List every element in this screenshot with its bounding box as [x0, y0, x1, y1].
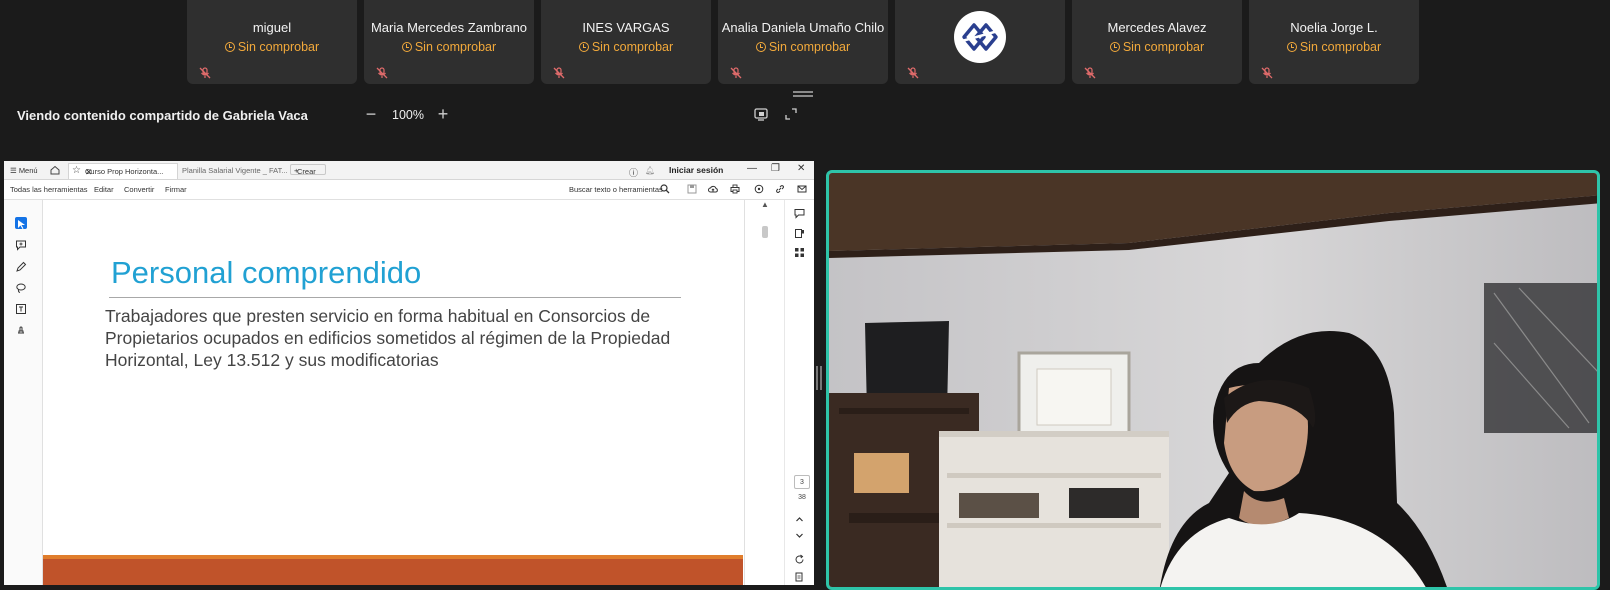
viewer-toolbar: Todas las herramientas Editar Convertir …	[4, 180, 814, 200]
mic-off-icon	[1084, 67, 1096, 79]
scroll-thumb[interactable]	[762, 226, 768, 238]
viewer-titlebar: ☰ Menú ☆ Curso Prop Horizonta... ✕ Plani…	[4, 161, 814, 180]
upload-cloud-icon[interactable]	[708, 184, 718, 194]
zoom-out-button[interactable]: −	[361, 104, 381, 125]
popout-icon[interactable]	[753, 106, 769, 122]
participant-status: Sin comprobar	[1249, 40, 1419, 54]
slide-footer-band	[43, 555, 743, 585]
star-icon: ☆	[72, 165, 81, 176]
speaker-video[interactable]	[826, 170, 1600, 590]
page-settings-icon[interactable]	[794, 572, 805, 583]
clock-icon	[755, 42, 766, 52]
org-logo-avatar	[954, 11, 1006, 63]
slide-title: Personal comprendido	[111, 255, 422, 290]
panel-splitter[interactable]	[816, 366, 822, 390]
mic-off-icon	[376, 67, 388, 79]
zoom-in-button[interactable]: +	[433, 104, 453, 125]
restore-icon[interactable]: ❐	[771, 163, 780, 174]
clock-icon	[1109, 42, 1120, 52]
participant-name: INES VARGAS	[582, 20, 670, 35]
text-box-icon[interactable]	[15, 303, 27, 315]
participant-tile[interactable]: Noelia Jorge L. Sin comprobar	[1249, 0, 1419, 84]
clock-icon	[401, 42, 412, 52]
participant-status: Sin comprobar	[718, 40, 888, 54]
chevron-down-icon[interactable]	[794, 530, 805, 541]
participant-tile[interactable]: Analia Daniela Umaño Chilo Sin comprobar	[718, 0, 888, 84]
participant-status: Sin comprobar	[541, 40, 711, 54]
print-icon[interactable]	[730, 184, 740, 194]
tab-document-inactive[interactable]: Planilla Salarial Vigente _ FAT...	[182, 166, 288, 175]
close-tab-icon[interactable]: ✕	[85, 167, 173, 178]
participant-tile[interactable]	[895, 0, 1065, 84]
clock-icon	[1286, 42, 1297, 52]
refresh-icon[interactable]	[794, 554, 805, 565]
page-scrollbar[interactable]: ▲	[744, 200, 784, 585]
convert-button[interactable]: Convertir	[124, 185, 154, 194]
participant-name: miguel	[252, 20, 292, 35]
new-tab-button[interactable]: + Crear	[290, 164, 326, 176]
comments-icon[interactable]	[794, 208, 805, 219]
participant-tile[interactable]: INES VARGAS Sin comprobar	[541, 0, 711, 84]
participant-name: Maria Mercedes Zambrano	[370, 20, 528, 35]
page-number-input[interactable]: 3	[794, 475, 810, 489]
fullscreen-icon[interactable]	[783, 106, 799, 122]
save-icon[interactable]	[687, 184, 697, 194]
share-bar: Viendo contenido compartido de Gabriela …	[0, 100, 1610, 132]
bookmark-icon[interactable]	[794, 228, 805, 239]
lasso-icon[interactable]	[15, 282, 27, 294]
login-button[interactable]: Iniciar sesión	[669, 165, 723, 175]
side-panel-rail: 3 38	[784, 200, 814, 585]
participant-tile[interactable]: Mercedes Alavez Sin comprobar	[1072, 0, 1242, 84]
search-tools-input[interactable]: Buscar texto o herramientas	[569, 185, 663, 194]
clock-icon	[578, 42, 589, 52]
tab-document-active[interactable]: ☆ Curso Prop Horizonta... ✕	[68, 163, 178, 179]
scroll-up-icon[interactable]: ▲	[761, 200, 769, 209]
pen-icon[interactable]	[15, 261, 27, 273]
menu-button[interactable]: ☰ Menú	[10, 166, 38, 175]
ai-assistant-icon[interactable]	[754, 184, 764, 194]
link-icon[interactable]	[775, 184, 785, 194]
participant-name: Analia Daniela Umaño Chilo	[721, 20, 885, 35]
participant-status: Sin comprobar	[1072, 40, 1242, 54]
pdf-page: Personal comprendido Trabajadores que pr…	[43, 200, 743, 585]
sign-button[interactable]: Firmar	[165, 185, 187, 194]
mic-off-icon	[730, 67, 742, 79]
participant-status: Sin comprobar	[187, 40, 357, 54]
mic-off-icon	[907, 67, 919, 79]
comment-add-icon[interactable]	[15, 239, 27, 251]
window-close-icon[interactable]: ✕	[797, 163, 805, 174]
tools-rail	[4, 200, 43, 585]
select-tool[interactable]	[15, 217, 27, 229]
title-divider	[109, 297, 681, 298]
grid-view-icon[interactable]	[794, 247, 805, 258]
cursor-arrow-icon	[18, 220, 25, 229]
stamp-icon[interactable]	[15, 324, 27, 336]
page-total: 38	[798, 494, 806, 501]
help-icon[interactable]: ⓘ	[629, 166, 638, 179]
mic-off-icon	[1261, 67, 1273, 79]
participant-name: Mercedes Alavez	[1107, 20, 1207, 35]
bell-icon[interactable]: 🔔︎	[645, 166, 655, 175]
mail-icon[interactable]	[797, 184, 807, 194]
all-tools-button[interactable]: Todas las herramientas	[10, 185, 88, 194]
slide-body: Trabajadores que presten servicio en for…	[105, 306, 671, 370]
minimize-icon[interactable]: —	[747, 163, 757, 174]
participant-status: Sin comprobar	[364, 40, 534, 54]
edit-button[interactable]: Editar	[94, 185, 114, 194]
speaker-video-frame	[829, 173, 1597, 587]
participant-tile[interactable]: Maria Mercedes Zambrano Sin comprobar	[364, 0, 534, 84]
shared-screen: ☰ Menú ☆ Curso Prop Horizonta... ✕ Plani…	[4, 161, 814, 585]
mic-off-icon	[553, 67, 565, 79]
clock-icon	[224, 42, 235, 52]
mic-off-icon	[199, 67, 211, 79]
search-icon[interactable]	[660, 184, 670, 194]
strip-resize-handle[interactable]	[793, 91, 813, 97]
org-logo-icon	[961, 23, 999, 51]
participant-tile[interactable]: miguel Sin comprobar	[187, 0, 357, 84]
sharing-label: Viendo contenido compartido de Gabriela …	[17, 108, 308, 123]
zoom-level: 100%	[392, 108, 424, 122]
home-icon[interactable]	[50, 165, 60, 175]
chevron-up-icon[interactable]	[794, 514, 805, 525]
participant-name: Noelia Jorge L.	[1290, 20, 1378, 35]
